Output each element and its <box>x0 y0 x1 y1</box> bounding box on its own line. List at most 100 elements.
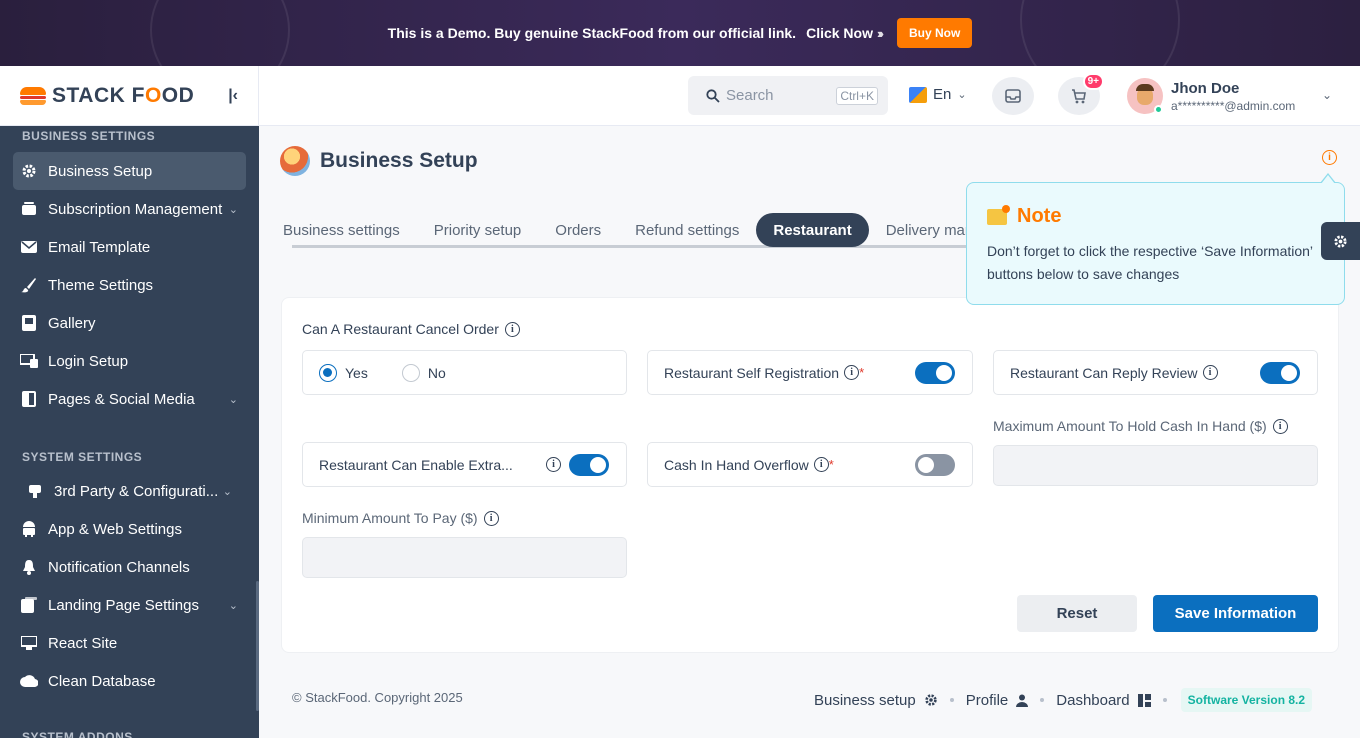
note-info-icon[interactable]: i <box>1322 150 1337 165</box>
sidebar-item-label: Login Setup <box>48 352 129 370</box>
reply-review-toggle[interactable] <box>1260 361 1300 384</box>
sidebar-item-label: Gallery <box>48 314 96 332</box>
collapse-sidebar-icon[interactable]: |‹ <box>228 87 238 105</box>
inbox-icon <box>1005 89 1021 103</box>
react-icon <box>20 634 38 652</box>
sidebar-item-label: App & Web Settings <box>48 520 182 538</box>
self-registration-toggle[interactable] <box>915 361 955 384</box>
radio-dot <box>319 363 337 382</box>
footer-link-dashboard[interactable]: Dashboard <box>1056 692 1129 709</box>
language-selector[interactable]: En ⌄ <box>909 86 967 103</box>
note-body: Don’t forget to click the respective ‘Sa… <box>987 243 1313 282</box>
arrows-icon: ››› <box>876 25 884 41</box>
info-icon[interactable]: i <box>504 321 520 337</box>
sidebar-scrollbar[interactable] <box>256 581 259 711</box>
cash-overflow-toggle[interactable] <box>915 453 955 476</box>
footer-links: Business setup Profile Dashboard Softwar… <box>814 688 1313 712</box>
sidebar-item-landing-page-settings[interactable]: Landing Page Settings ⌄ <box>13 586 246 624</box>
sidebar-item-gallery[interactable]: Gallery <box>13 304 246 342</box>
gallery-icon <box>20 314 38 332</box>
page-title-area: Business Setup <box>280 146 478 176</box>
info-icon[interactable]: i <box>483 510 499 526</box>
sidebar-item-theme-settings[interactable]: Theme Settings <box>13 266 246 304</box>
search-shortcut: Ctrl+K <box>836 86 878 105</box>
demo-banner: This is a Demo. Buy genuine StackFood fr… <box>0 0 1360 66</box>
info-icon[interactable]: i <box>813 457 829 472</box>
search-input[interactable]: Search Ctrl+K <box>688 76 888 115</box>
radio-yes[interactable]: Yes <box>319 363 368 382</box>
bell-icon <box>20 558 38 576</box>
info-icon[interactable]: i <box>1272 418 1288 434</box>
tab-business-settings[interactable]: Business settings <box>280 213 417 247</box>
landing-icon <box>20 596 38 614</box>
save-information-button[interactable]: Save Information <box>1153 595 1318 632</box>
chevron-down-icon: ⌄ <box>228 203 238 216</box>
tab-orders[interactable]: Orders <box>538 213 618 247</box>
user-name: Jhon Doe <box>1171 79 1240 97</box>
messages-button[interactable] <box>992 77 1034 115</box>
max-cash-label: Maximum Amount To Hold Cash In Hand ($) … <box>993 418 1288 434</box>
self-registration-label: Restaurant Self Registration <box>664 364 840 381</box>
sidebar-item-pages-social-media[interactable]: Pages & Social Media ⌄ <box>13 380 246 418</box>
info-icon[interactable]: i <box>546 457 561 472</box>
sidebar-item-email-template[interactable]: Email Template <box>13 228 246 266</box>
section-system-addons: SYSTEM ADDONS <box>22 730 133 738</box>
separator-dot <box>1040 698 1045 702</box>
brand-logo-text[interactable]: STACK FOOD <box>52 84 194 108</box>
sidebar-item-business-setup[interactable]: Business Setup <box>13 152 246 190</box>
cash-overflow-label: Cash In Hand Overflow <box>664 456 809 473</box>
sidebar-item-app-web-settings[interactable]: App & Web Settings <box>13 510 246 548</box>
section-system-settings: SYSTEM SETTINGS <box>22 450 143 464</box>
max-cash-input[interactable] <box>993 445 1318 486</box>
pages-icon <box>20 390 38 408</box>
banner-decoration <box>1020 0 1180 66</box>
mail-icon <box>20 238 38 256</box>
cart-count-badge: 9+ <box>1082 73 1104 90</box>
separator-dot <box>1162 698 1167 702</box>
cart-icon <box>1072 89 1086 104</box>
extra-packaging-toggle[interactable] <box>569 453 609 476</box>
banner-click-now-link[interactable]: Click Now ››› <box>806 25 884 41</box>
tab-refund-settings[interactable]: Refund settings <box>618 213 756 247</box>
banner-decoration <box>150 0 290 66</box>
chevron-down-icon: ⌄ <box>228 599 238 612</box>
separator-dot <box>949 698 954 702</box>
search-placeholder: Search <box>726 87 774 104</box>
sidebar-item-react-site[interactable]: React Site <box>13 624 246 662</box>
tab-restaurant[interactable]: Restaurant <box>756 213 869 247</box>
cart-button[interactable]: 9+ <box>1058 73 1104 115</box>
sidebar-item-clean-database[interactable]: Clean Database <box>13 662 246 700</box>
note-title: Note <box>1017 205 1062 227</box>
sidebar-item-label: Notification Channels <box>48 558 190 576</box>
footer-link-profile[interactable]: Profile <box>966 692 1009 709</box>
reset-button[interactable]: Reset <box>1017 595 1137 632</box>
info-icon[interactable]: i <box>844 365 860 380</box>
min-pay-input[interactable] <box>302 537 627 578</box>
sidebar-item-login-setup[interactable]: Login Setup <box>13 342 246 380</box>
footer-copyright: © StackFood. Copyright 2025 <box>292 690 463 705</box>
sidebar-item-label: Email Template <box>48 238 151 256</box>
buy-now-button[interactable]: Buy Now <box>896 18 973 48</box>
user-menu[interactable]: Jhon Doe a**********@admin.com ⌄ <box>1127 78 1332 114</box>
sidebar-item-notification-channels[interactable]: Notification Channels <box>13 548 246 586</box>
reply-review-label: Restaurant Can Reply Review <box>1010 364 1198 381</box>
top-header: Search Ctrl+K En ⌄ 9+ Jhon Doe a********… <box>259 66 1360 126</box>
plug-icon <box>26 482 44 500</box>
note-tooltip: Note Don’t forget to click the respectiv… <box>966 173 1345 305</box>
settings-gear-button[interactable] <box>1321 222 1360 260</box>
tab-delivery-man[interactable]: Delivery man <box>869 213 970 247</box>
software-version-badge: Software Version 8.2 <box>1180 688 1313 712</box>
gear-icon <box>20 162 38 180</box>
tab-priority-setup[interactable]: Priority setup <box>417 213 539 247</box>
footer-link-business-setup[interactable]: Business setup <box>814 692 916 709</box>
sidebar-item-3rd-party[interactable]: 3rd Party & Configurati... ⌄ <box>13 472 246 510</box>
avatar <box>1127 78 1163 114</box>
translate-icon <box>909 86 927 103</box>
info-icon[interactable]: i <box>1202 365 1218 380</box>
sidebar-item-subscription-management[interactable]: Subscription Management ⌄ <box>13 190 246 228</box>
chevron-down-icon: ⌄ <box>1322 88 1333 102</box>
chevron-down-icon: ⌄ <box>222 485 232 498</box>
radio-no[interactable]: No <box>401 363 446 382</box>
sidebar-item-label: Clean Database <box>48 672 156 690</box>
sidebar-item-label: Subscription Management <box>48 200 223 218</box>
